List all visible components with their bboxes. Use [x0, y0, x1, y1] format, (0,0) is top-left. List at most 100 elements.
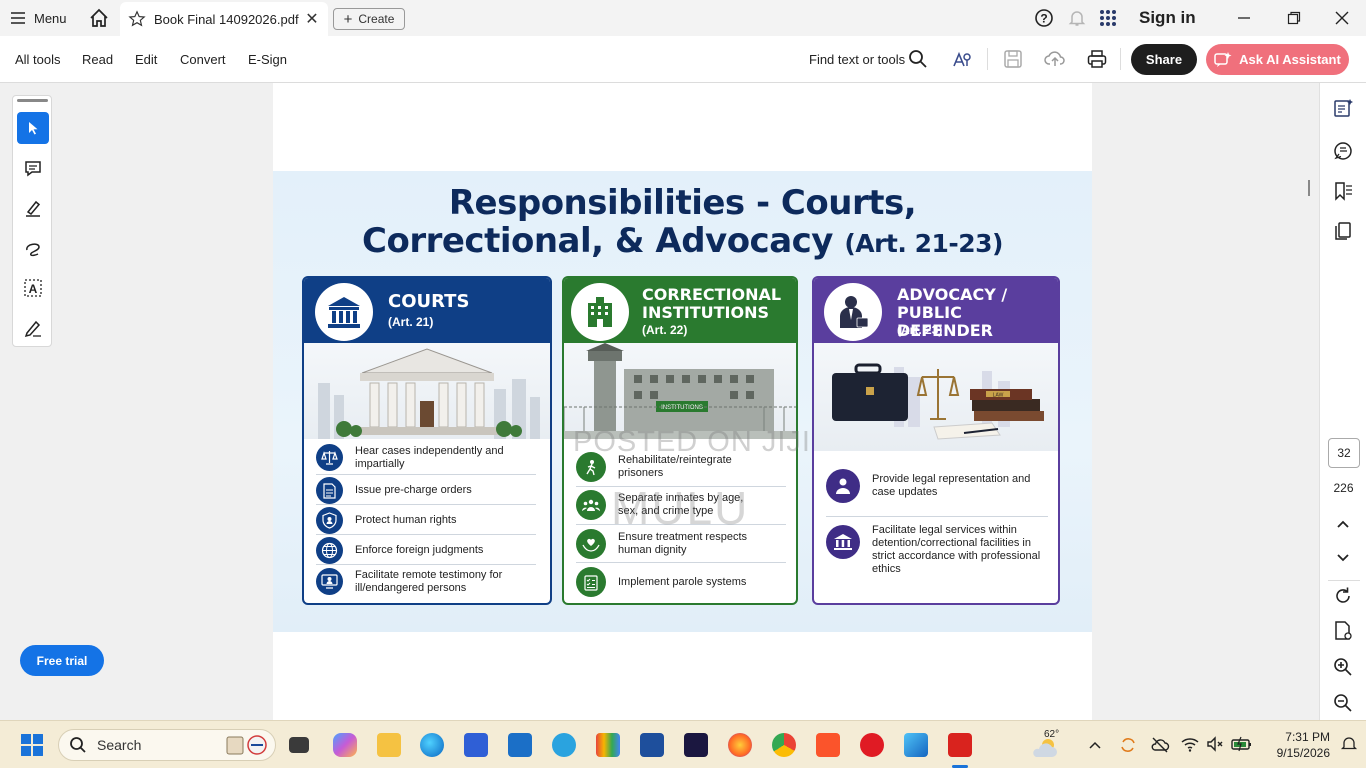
courthouse-emblem — [315, 283, 373, 341]
divider — [316, 564, 536, 565]
find-text-or-tools[interactable]: Find text or tools — [809, 52, 905, 67]
tab-title: Book Final 14092026.pdf — [154, 11, 299, 27]
highlight-tool[interactable] — [17, 192, 49, 224]
watermark-text: POSTED ON JIJI — [573, 426, 811, 458]
free-trial-button[interactable]: Free trial — [20, 645, 104, 676]
page-settings-icon[interactable] — [1332, 620, 1354, 642]
menu-edit[interactable]: Edit — [135, 52, 157, 67]
comment-icon — [25, 161, 41, 177]
cloud-offline-icon[interactable] — [1150, 735, 1170, 755]
pages-icon[interactable] — [1332, 220, 1354, 242]
slide-image: Responsibilities - Courts, Correctional,… — [273, 171, 1092, 632]
photos-icon[interactable] — [904, 733, 928, 757]
ask-ai-assistant-button[interactable]: Ask AI Assistant — [1206, 44, 1349, 75]
star-icon[interactable] — [128, 10, 146, 28]
close-window-button[interactable] — [1330, 6, 1354, 30]
create-button[interactable]: + Create — [333, 8, 405, 30]
quick-tools-panel: A — [12, 95, 52, 347]
item-text: Facilitate remote testimony for ill/enda… — [355, 568, 503, 594]
premiere-pro-icon[interactable] — [684, 733, 708, 757]
video-call-icon — [316, 568, 343, 595]
wifi-icon[interactable] — [1181, 735, 1199, 753]
microsoft-store-icon[interactable] — [464, 733, 488, 757]
task-view-icon[interactable] — [289, 737, 309, 753]
help-icon[interactable]: ? — [1034, 7, 1054, 29]
text-tool[interactable]: A — [17, 272, 49, 304]
apps-grid-icon[interactable] — [1099, 7, 1117, 29]
restore-button[interactable] — [1282, 6, 1306, 30]
current-page-input[interactable]: 32 — [1328, 438, 1360, 468]
zoom-in-icon[interactable] — [1332, 656, 1354, 678]
list-item: Protect human rights — [316, 507, 457, 534]
share-button[interactable]: Share — [1131, 44, 1197, 75]
vertical-scrollbar[interactable] — [1308, 180, 1310, 196]
card-article: (Art. 23) — [897, 323, 943, 337]
main-toolbar: All tools Read Edit Convert E-Sign Find … — [0, 36, 1366, 83]
minimize-button[interactable] — [1232, 6, 1256, 30]
menu-read[interactable]: Read — [82, 52, 113, 67]
ai-summary-icon[interactable] — [1332, 97, 1354, 119]
select-tool[interactable] — [17, 112, 49, 144]
file-explorer-icon[interactable] — [377, 733, 401, 757]
tray-chevron-up-icon[interactable] — [1088, 739, 1102, 751]
menu-e-sign[interactable]: E-Sign — [248, 52, 287, 67]
menu-button[interactable]: Menu — [10, 7, 67, 29]
search-placeholder: Search — [97, 737, 142, 753]
plus-icon: + — [343, 10, 353, 28]
ai-assistant-icon — [1214, 51, 1232, 67]
slide-title-line-2: Correctional, & Advocacy (Art. 21-23) — [273, 221, 1092, 261]
notification-center-icon[interactable] — [1340, 735, 1358, 753]
telegram-icon[interactable] — [552, 733, 576, 757]
notification-bell-icon[interactable] — [1067, 7, 1087, 29]
zoom-out-icon[interactable] — [1332, 692, 1354, 714]
rotate-icon[interactable] — [1332, 585, 1354, 607]
comments-panel-icon[interactable] — [1332, 140, 1354, 162]
sign-in-button[interactable]: Sign in — [1139, 8, 1196, 28]
bookmarks-icon[interactable] — [1332, 180, 1354, 202]
card-header: ADVOCACY / PUBLIC DEFENDER (Art. 23) — [814, 278, 1058, 343]
panel-grip[interactable] — [17, 99, 48, 102]
divider — [826, 516, 1048, 517]
menu-convert[interactable]: Convert — [180, 52, 226, 67]
home-icon[interactable] — [88, 7, 110, 29]
chrome-icon[interactable] — [772, 733, 796, 757]
taskbar-search[interactable]: Search — [58, 729, 276, 761]
system-clock[interactable]: 7:31 PM 9/15/2026 — [1262, 729, 1330, 761]
ai-tools-icon[interactable] — [951, 48, 973, 70]
card-title-line-1: ADVOCACY / — [897, 285, 1008, 304]
cloud-upload-icon[interactable] — [1044, 48, 1066, 70]
outlook-icon[interactable] — [508, 733, 532, 757]
defender-emblem — [824, 283, 882, 341]
copilot-icon[interactable] — [333, 733, 357, 757]
search-icon[interactable] — [907, 48, 929, 70]
brave-browser-icon[interactable] — [816, 733, 840, 757]
comment-tool[interactable] — [17, 152, 49, 184]
close-tab-icon[interactable]: ✕ — [304, 9, 320, 29]
volume-muted-icon[interactable] — [1206, 735, 1224, 753]
document-tab[interactable]: Book Final 14092026.pdf ✕ — [120, 2, 328, 36]
menu-all-tools[interactable]: All tools — [15, 52, 61, 67]
lawyer-icon — [840, 296, 869, 328]
snipping-tool-icon[interactable] — [596, 733, 620, 757]
battery-charging-icon[interactable] — [1231, 735, 1253, 753]
sync-icon[interactable] — [1118, 735, 1138, 755]
edge-browser-icon[interactable] — [420, 733, 444, 757]
word-icon[interactable] — [640, 733, 664, 757]
save-icon[interactable] — [1002, 48, 1024, 70]
chevron-up-icon[interactable] — [1332, 513, 1354, 535]
building-sign: INSTITUTIONS — [661, 405, 703, 411]
pdf-page[interactable]: Responsibilities - Courts, Correctional,… — [273, 83, 1092, 720]
prison-illustration: INSTITUTIONS — [564, 343, 796, 439]
restore-icon — [1287, 11, 1301, 25]
print-icon[interactable] — [1086, 48, 1108, 70]
institution-building-icon — [588, 297, 612, 327]
sign-tool[interactable] — [17, 312, 49, 344]
opera-icon[interactable] — [860, 733, 884, 757]
rail-divider — [1328, 580, 1360, 581]
chevron-down-icon[interactable] — [1332, 546, 1354, 568]
firefox-icon[interactable] — [728, 733, 752, 757]
windows-start-icon[interactable] — [20, 733, 44, 757]
acrobat-icon[interactable] — [948, 733, 972, 757]
close-icon — [1335, 11, 1349, 25]
draw-tool[interactable] — [17, 232, 49, 264]
